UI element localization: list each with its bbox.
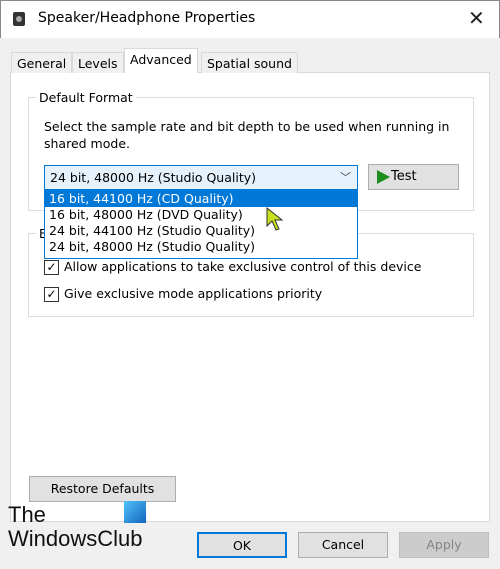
watermark-logo: The WindowsClub — [8, 503, 143, 551]
format-option[interactable]: 16 bit, 48000 Hz (DVD Quality) — [45, 207, 357, 223]
restore-defaults-button[interactable]: Restore Defaults — [29, 476, 176, 502]
exclusive-control-label: Allow applications to take exclusive con… — [64, 259, 422, 274]
ok-button[interactable]: OK — [197, 532, 287, 558]
exclusive-control-checkbox[interactable]: ✓ — [44, 260, 59, 275]
tab-advanced[interactable]: Advanced — [124, 48, 198, 73]
watermark-line1: The — [8, 502, 46, 527]
apply-button[interactable]: Apply — [399, 532, 489, 558]
watermark-line2: WindowsClub — [8, 526, 143, 551]
close-icon[interactable]: ✕ — [468, 6, 485, 30]
test-button[interactable]: Test — [368, 164, 459, 190]
mouse-cursor-icon — [266, 207, 284, 231]
windows-logo-icon — [124, 501, 146, 523]
tab-general[interactable]: General — [11, 52, 73, 73]
format-option[interactable]: 24 bit, 48000 Hz (Studio Quality) — [45, 239, 357, 255]
exclusive-priority-label: Give exclusive mode applications priorit… — [64, 286, 323, 301]
window-title: Speaker/Headphone Properties — [38, 10, 256, 26]
speaker-icon — [13, 12, 25, 26]
tab-spatial-sound[interactable]: Spatial sound — [201, 52, 298, 73]
cancel-button[interactable]: Cancel — [298, 532, 388, 558]
test-label: Test — [391, 169, 417, 184]
chevron-down-icon: ﹀ — [340, 171, 351, 184]
exclusive-priority-checkbox[interactable]: ✓ — [44, 287, 59, 302]
format-option[interactable]: 16 bit, 44100 Hz (CD Quality) — [45, 191, 357, 207]
default-format-legend: Default Format — [36, 90, 136, 105]
format-description: Select the sample rate and bit depth to … — [44, 119, 450, 151]
tab-levels[interactable]: Levels — [72, 52, 124, 73]
format-dropdown[interactable]: 24 bit, 48000 Hz (Studio Quality) ﹀ — [44, 165, 358, 190]
format-selected: 24 bit, 48000 Hz (Studio Quality) — [50, 170, 257, 185]
format-option[interactable]: 24 bit, 44100 Hz (Studio Quality) — [45, 223, 357, 239]
format-options-list[interactable]: 16 bit, 44100 Hz (CD Quality) 16 bit, 48… — [44, 190, 358, 259]
play-icon — [377, 170, 390, 184]
